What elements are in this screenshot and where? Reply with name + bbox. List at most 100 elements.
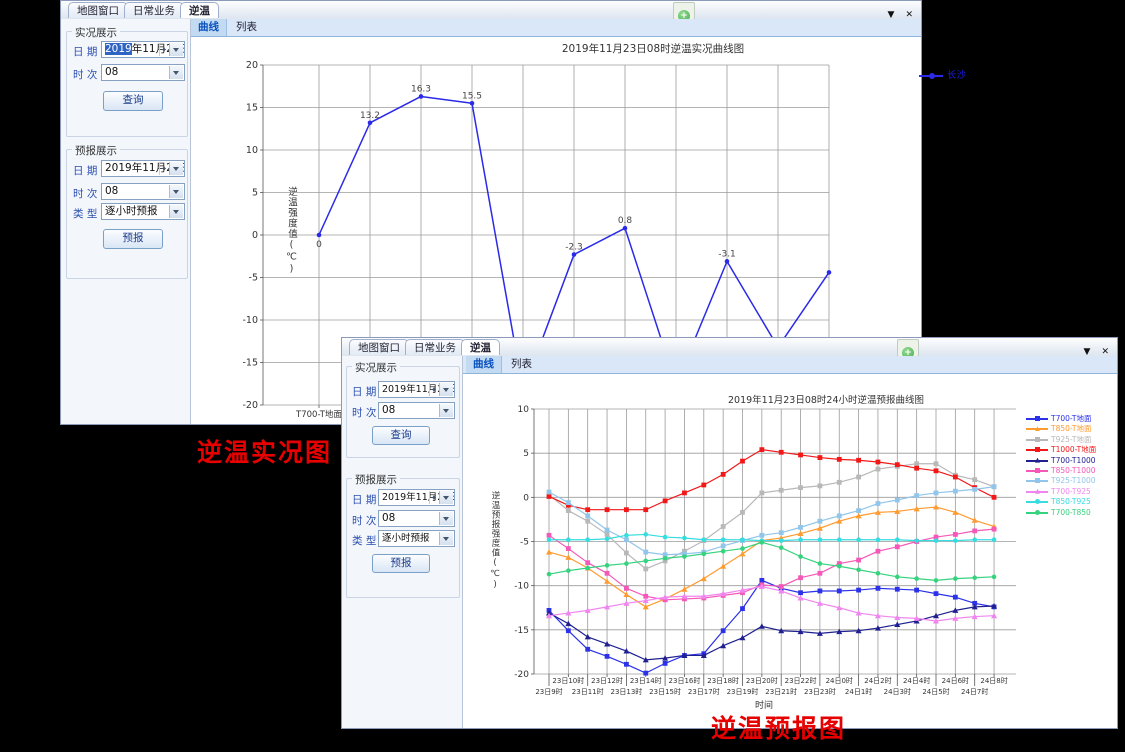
svg-text:-2.3: -2.3 (565, 243, 583, 253)
group-title: 实况展示 (72, 25, 120, 40)
forecast-date-input[interactable]: 2019年11月23日 (378, 489, 455, 506)
add-tab-button[interactable]: + (897, 339, 919, 357)
svg-text:5: 5 (252, 188, 258, 199)
svg-text:0.8: 0.8 (618, 216, 633, 226)
time-value: 08 (105, 185, 118, 197)
chevron-down-icon[interactable] (169, 43, 183, 56)
query-panel: 实况展示 日 期 2019年11月23日 时 次 08 查询 预报展示 (61, 19, 191, 424)
svg-text:23日22时: 23日22时 (785, 676, 817, 685)
type-label: 类 型 (73, 206, 97, 221)
tab-list[interactable]: 列表 (504, 356, 539, 373)
time-value: 08 (382, 404, 395, 416)
forecast-button[interactable]: 预报 (372, 554, 430, 573)
type-value: 逐小时预报 (105, 205, 158, 217)
svg-text:5: 5 (523, 449, 529, 459)
svg-text:24日3时: 24日3时 (884, 687, 911, 696)
date-label: 日 期 (352, 384, 376, 399)
live-date-input[interactable]: 2019年11月23日 (101, 41, 185, 58)
svg-text:-20: -20 (242, 400, 258, 411)
svg-text:16.3: 16.3 (411, 84, 431, 94)
window-body: 实况展示 日 期 2019年11月23日 时 次 08 查询 预报展示 日 期 (342, 356, 1117, 728)
series-T850-T地面 (546, 504, 997, 609)
date-spinner[interactable] (429, 383, 439, 396)
svg-text:24日1时: 24日1时 (845, 687, 872, 696)
forecast-time-combo[interactable]: 08 (378, 510, 455, 527)
svg-text:0: 0 (252, 230, 258, 241)
svg-text:23日17时: 23日17时 (688, 687, 720, 696)
svg-text:23日14时: 23日14时 (630, 676, 662, 685)
svg-text:23日20时: 23日20时 (746, 676, 778, 685)
svg-text:23日23时: 23日23时 (804, 687, 836, 696)
live-date-input[interactable]: 2019年11月23日 (378, 381, 455, 398)
svg-text:10: 10 (246, 145, 258, 156)
chevron-down-icon[interactable] (439, 491, 453, 504)
svg-text:-5: -5 (249, 273, 258, 284)
series-T925-T地面 (547, 461, 997, 571)
main-tabstrip-2: 地图窗口 日常业务 逆温 + ▼ ✕ (342, 338, 1117, 357)
tab-map-window[interactable]: 地图窗口 (349, 339, 409, 355)
view-tabstrip: 曲线 列表 (191, 19, 921, 37)
chevron-down-icon[interactable] (169, 162, 183, 175)
date-spinner[interactable] (159, 162, 169, 175)
time-label: 时 次 (352, 513, 376, 528)
query-button[interactable]: 查询 (103, 91, 163, 111)
chevron-down-icon[interactable] (439, 404, 453, 417)
add-tab-button[interactable]: + (673, 2, 695, 20)
forecast-type-combo[interactable]: 逐小时预报 (101, 203, 185, 220)
chevron-down-icon[interactable] (169, 66, 183, 79)
svg-text:23日10时: 23日10时 (552, 676, 584, 685)
tab-daily-business[interactable]: 日常业务 (405, 339, 465, 355)
svg-text:23日16时: 23日16时 (669, 676, 701, 685)
date-spinner[interactable] (429, 491, 439, 504)
date-spinner[interactable] (159, 43, 169, 56)
chevron-down-icon[interactable] (439, 383, 453, 396)
caption-forecast: 逆温预报图 (711, 709, 846, 745)
group-title: 实况展示 (352, 360, 400, 375)
type-label: 类 型 (352, 533, 376, 548)
tab-inversion[interactable]: 逆温 (461, 339, 500, 355)
legend-label: 长沙 (947, 70, 966, 81)
time-value: 08 (105, 66, 118, 78)
tab-daily-business[interactable]: 日常业务 (124, 2, 184, 18)
tab-inversion[interactable]: 逆温 (180, 2, 219, 18)
svg-text:24日5时: 24日5时 (922, 687, 949, 696)
series-T1000-T地面 (547, 447, 997, 512)
tab-map-window[interactable]: 地图窗口 (68, 2, 128, 18)
tab-list[interactable]: 列表 (229, 19, 264, 36)
forecast-date-input[interactable]: 2019年11月23日 (101, 160, 185, 177)
series-T700-T850 (547, 540, 997, 583)
date-label: 日 期 (73, 44, 97, 59)
series-T700-T地面 (547, 578, 997, 676)
tab-curve[interactable]: 曲线 (466, 356, 502, 373)
svg-text:-5: -5 (520, 538, 529, 548)
forecast-type-combo[interactable]: 逐小时预报 (378, 530, 455, 547)
tab-curve[interactable]: 曲线 (191, 19, 227, 36)
svg-text:13.2: 13.2 (360, 111, 380, 121)
svg-text:15.5: 15.5 (462, 91, 482, 101)
chevron-down-icon[interactable] (169, 205, 183, 218)
forecast-time-combo[interactable]: 08 (101, 183, 185, 200)
live-time-combo[interactable]: 08 (101, 64, 185, 81)
chevron-down-icon[interactable] (439, 512, 453, 525)
svg-text:23日21时: 23日21时 (765, 687, 797, 696)
svg-text:-3.1: -3.1 (718, 249, 736, 259)
type-value: 逐小时预报 (382, 533, 430, 544)
svg-text:23日15时: 23日15时 (649, 687, 681, 696)
query-button[interactable]: 查询 (372, 426, 430, 445)
live-time-combo[interactable]: 08 (378, 402, 455, 419)
date-year-selected: 2019 (105, 43, 132, 55)
caption-actual: 逆温实况图 (197, 433, 332, 469)
chevron-down-icon[interactable] (169, 185, 183, 198)
chevron-down-icon[interactable] (439, 532, 453, 545)
svg-text:20: 20 (246, 60, 258, 71)
view-tabstrip: 曲线 列表 (463, 356, 1117, 374)
forecast-chart-svg: 1050-5-10-15-2023日9时23日10时23日11时23日12时23… (463, 373, 1119, 730)
forecast-button[interactable]: 预报 (103, 229, 163, 249)
svg-text:24日7时: 24日7时 (961, 687, 988, 696)
date-label: 日 期 (73, 163, 97, 178)
date-label: 日 期 (352, 492, 376, 507)
window-buttons: ▼ ✕ (1077, 339, 1109, 353)
series-T925-T1000 (547, 484, 997, 557)
grid (531, 409, 1016, 674)
svg-text:24日6时: 24日6时 (942, 676, 969, 685)
